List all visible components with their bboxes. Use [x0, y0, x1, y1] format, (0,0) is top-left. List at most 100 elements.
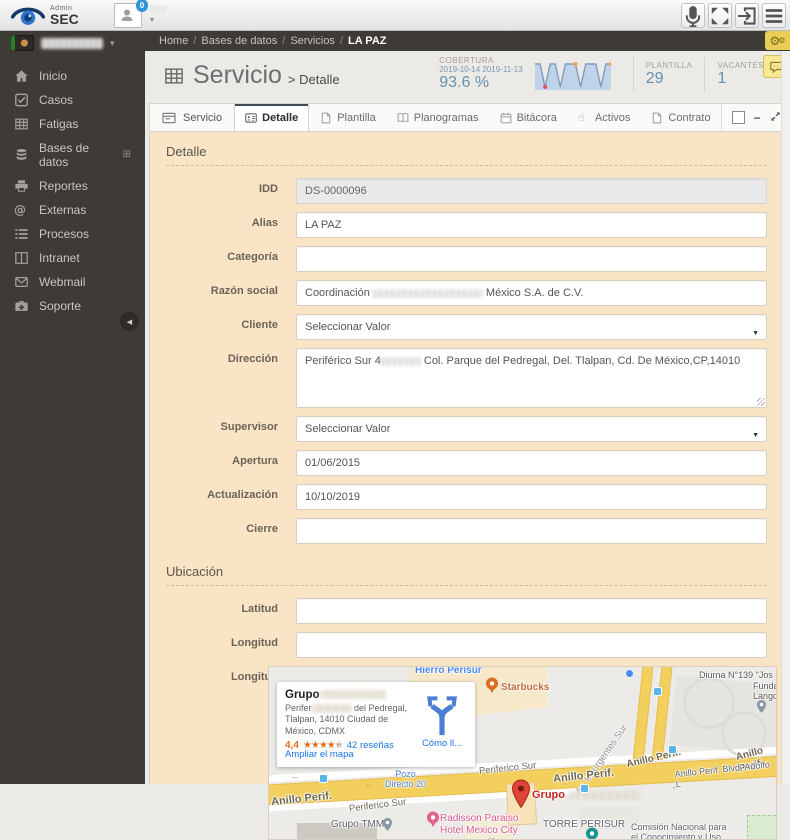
redacted-username — [150, 6, 166, 11]
sidebar-collapse-button[interactable]: ◀ — [120, 312, 139, 331]
sidebar-item-fatigas[interactable]: Fatigas — [0, 112, 145, 136]
starbucks-pin[interactable] — [485, 677, 499, 695]
form-body: Detalle IDD DS-0000096 Alias LA PAZ Categoría… — [150, 132, 781, 840]
home-icon — [14, 69, 29, 83]
tab-detalle[interactable]: Detalle — [234, 104, 310, 131]
page-title: Servicio — [193, 61, 282, 89]
tab-contrato[interactable]: Contrato — [640, 104, 720, 131]
sidebar-item-label: Soporte — [39, 299, 82, 313]
menu-button[interactable] — [762, 3, 786, 28]
redacted-text — [319, 690, 386, 700]
transit-icon[interactable] — [625, 669, 634, 678]
breadcrumb-link[interactable]: Home — [159, 35, 188, 47]
field-direccion-textarea[interactable]: Periférico Sur 4 Col. Parque del Pedrega… — [296, 348, 767, 408]
redacted-text — [372, 288, 483, 298]
user-menu-toggle[interactable]: ▾ — [150, 6, 166, 25]
sidebar-item-label: Procesos — [39, 227, 90, 241]
transit-icon[interactable] — [580, 784, 589, 793]
breadcrumb-separator: / — [193, 34, 197, 47]
form-row: Apertura 01/06/2015 — [166, 450, 767, 476]
settings-button[interactable]: ⚙ ⚙ — [765, 31, 790, 50]
notifications-avatar-button[interactable]: 0 — [114, 0, 148, 28]
sidebar-item-casos[interactable]: Casos — [0, 88, 145, 112]
expand-button[interactable] — [708, 3, 732, 28]
field-label: Dirección — [227, 353, 278, 365]
microphone-button[interactable] — [681, 3, 705, 28]
notification-badge: 0 — [136, 0, 148, 12]
sign-out-icon — [736, 5, 758, 27]
transit-icon[interactable] — [653, 687, 662, 696]
grupo-tmm-pin[interactable] — [382, 817, 393, 832]
field-razon-social-input[interactable]: Coordinación México S.A. de C.V. — [296, 280, 767, 306]
admin-sec-app: { "topbar":{ "logo_line1":"Admin","logo_… — [0, 0, 790, 840]
funda-pin[interactable] — [756, 699, 767, 714]
sidebar-item-intranet[interactable]: Intranet — [0, 246, 145, 270]
chevron-down-icon: ▾ — [110, 37, 115, 48]
app-logo: Admin SEC — [0, 0, 122, 30]
breadcrumb-link[interactable]: Bases de datos — [201, 35, 277, 47]
transit-icon[interactable] — [668, 745, 677, 754]
location-map[interactable]: ←←←→←Hierro PerisurStarbucksDiurna N°139… — [268, 666, 777, 840]
value-text: Col. Parque del Pedregal, Del. Tlalpan, … — [420, 355, 741, 367]
field-actualizacion-input[interactable]: 10/10/2019 — [296, 484, 767, 510]
field-label: Razón social — [210, 285, 278, 297]
tab-plantilla[interactable]: Plantilla — [309, 104, 386, 131]
stat-value: 1 — [717, 69, 727, 87]
panel-icon — [162, 112, 176, 124]
field-cliente-select[interactable]: Seleccionar Valor ▼ — [296, 314, 767, 340]
sidebar-item-procesos[interactable]: Procesos — [0, 222, 145, 246]
field-categoria-input[interactable] — [296, 246, 767, 272]
field-control: DS-0000096 — [296, 178, 767, 204]
expand-panel-icon[interactable] — [770, 111, 781, 125]
breadcrumb-bar: Home / Bases de datos / Servicios / LA PAZ ⚙ ⚙ — [145, 30, 790, 51]
map-label: Radisson Paraiso Hotel Mexico City — [440, 813, 519, 836]
section-divider — [166, 165, 767, 166]
map-info-card: Grupo Perifer del Pedregal, Tlalpan, 1401… — [277, 682, 475, 767]
stat-label: COBERTURA — [439, 56, 494, 65]
form-row: Dirección Periférico Sur 4 Col. Parque de… — [166, 348, 767, 408]
tab-activos[interactable]: ☝ Activos — [567, 104, 640, 131]
field-label: Cierre — [246, 523, 278, 535]
field-alias-input[interactable]: LA PAZ — [296, 212, 767, 238]
sidebar-item-reportes[interactable]: Reportes — [0, 174, 145, 198]
checkbox-control[interactable] — [731, 111, 745, 124]
field-latitud-input[interactable] — [296, 598, 767, 624]
stat-value: 29 — [645, 69, 664, 87]
form-row: Supervisor Seleccionar Valor ▼ — [166, 416, 767, 442]
field-control — [296, 632, 767, 658]
resize-handle-icon[interactable] — [757, 398, 765, 406]
chevron-down-icon: ▼ — [752, 432, 759, 439]
value-text: DS-0000096 — [305, 185, 367, 197]
tab-bitácora[interactable]: Bitácora — [489, 104, 567, 131]
radisson-pin[interactable] — [426, 811, 440, 829]
field-apertura-input[interactable]: 01/06/2015 — [296, 450, 767, 476]
sidebar-item-webmail[interactable]: Webmail — [0, 270, 145, 294]
directions-button[interactable]: Cómo ll... — [419, 692, 465, 749]
form-row: Alias LA PAZ — [166, 212, 767, 238]
sidebar-item-inicio[interactable]: Inicio — [0, 64, 145, 88]
eye-logo-icon — [10, 7, 46, 25]
sidebar-user[interactable]: ▾ — [0, 30, 145, 56]
breadcrumb-link[interactable]: Servicios — [290, 35, 335, 47]
field-cierre-input[interactable] — [296, 518, 767, 544]
form-row: Cierre — [166, 518, 767, 544]
field-supervisor-select[interactable]: Seleccionar Valor ▼ — [296, 416, 767, 442]
transit-icon[interactable] — [319, 774, 328, 783]
form-row: Longitud — [166, 632, 767, 658]
stat-vacantes: VACANTES 1 — [717, 61, 764, 88]
field-longitud-input[interactable] — [296, 632, 767, 658]
tabs: Detalle Plantilla Planogramas Bitácora ☝ Acti… — [234, 104, 720, 131]
sign-out-button[interactable] — [735, 3, 759, 28]
microphone-icon — [682, 5, 704, 27]
sidebar-item-externas[interactable]: @ Externas — [0, 198, 145, 222]
user-avatar — [10, 35, 34, 51]
service-panel: Servicio Detalle Plantilla Planogramas Bitá… — [149, 103, 782, 840]
page-scrollbar[interactable] — [781, 51, 790, 784]
enlarge-map-link[interactable]: Ampliar el mapa — [285, 749, 354, 760]
tab-planogramas[interactable]: Planogramas — [386, 104, 489, 131]
minimize-panel-icon[interactable]: − — [754, 111, 761, 125]
sidebar-item-bases-de-datos[interactable]: Bases de datos ⊞ — [0, 136, 145, 174]
comision-pin[interactable] — [585, 827, 599, 839]
field-control: Seleccionar Valor ▼ — [296, 416, 767, 442]
breadcrumb-separator: / — [339, 34, 343, 47]
